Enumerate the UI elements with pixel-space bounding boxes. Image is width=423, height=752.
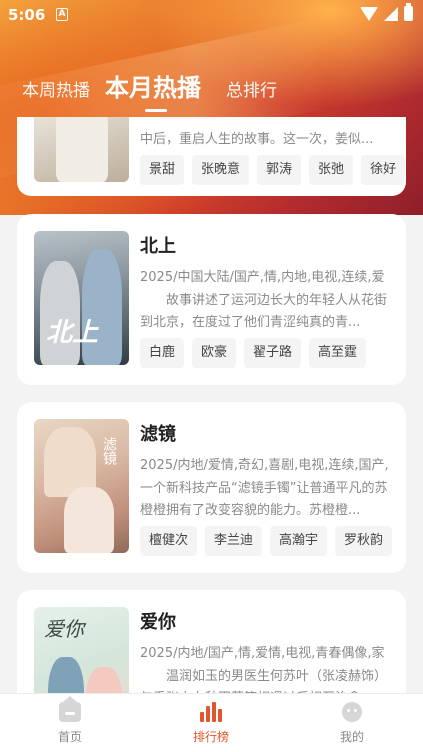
- actor-tag[interactable]: 白鹿: [140, 338, 185, 368]
- actor-tag[interactable]: 郭涛: [257, 155, 302, 185]
- actor-tag[interactable]: 高至霆: [309, 338, 367, 368]
- drama-card[interactable]: 爱你 爱你 2025/内地/国产,情,爱情,电视,青春偶像,家 温润如玉的男医生…: [17, 590, 406, 693]
- drama-meta: 2025/内地/爱情,奇幻,喜剧,电视,连续,国产,: [140, 458, 389, 473]
- drama-poster: 北上: [34, 231, 129, 365]
- drama-poster: [34, 117, 129, 182]
- active-tab-indicator: [145, 109, 167, 112]
- status-icons: [360, 3, 413, 21]
- tab-weekly-hot[interactable]: 本周热播: [22, 76, 90, 101]
- tab-monthly-hot[interactable]: 本月热播: [105, 68, 201, 103]
- actor-tags: 白鹿 欧豪 翟子路 高至霆: [140, 338, 367, 368]
- nav-home-label: 首页: [57, 730, 82, 744]
- actor-tag[interactable]: 高瀚宇: [270, 526, 328, 556]
- nav-home[interactable]: 首页: [30, 696, 110, 745]
- bar-chart-icon: [200, 702, 222, 722]
- ranking-tabs: 本周热播 本月热播 总排行: [0, 62, 423, 112]
- drama-card[interactable]: 中后，重启人生的故事。这一次，姜似... 景甜 张晚意 郭涛 张弛 徐好: [17, 117, 406, 196]
- drama-card[interactable]: 滤镜 滤镜 2025/内地/爱情,奇幻,喜剧,电视,连续,国产, 一个新科技产品…: [17, 402, 406, 573]
- drama-title: 滤镜: [140, 424, 176, 445]
- actor-tags: 檀健次 李兰迪 高瀚宇 罗秋韵: [140, 526, 393, 556]
- drama-description: 故事讲述了运河边长大的年轻人从花街到北京，在度过了他们青涩纯真的青...: [140, 293, 388, 330]
- actor-tag[interactable]: 翟子路: [244, 338, 302, 368]
- poster-title-text: 北上: [46, 318, 99, 348]
- poster-figure: [48, 657, 84, 693]
- drama-description: 温润如玉的男医生何苏叶（张凌赫饰）与乖张少女秋田菜等相遇过后相互治愈...: [140, 669, 388, 693]
- a-box-icon: A: [56, 8, 68, 21]
- smiley-face-icon: [342, 702, 362, 722]
- actor-tag[interactable]: 张晚意: [192, 155, 250, 185]
- battery-charging-icon: [404, 3, 413, 21]
- drama-title: 爱你: [140, 612, 176, 633]
- poster-title-text: 滤镜: [101, 437, 117, 465]
- actor-tag[interactable]: 徐好: [361, 155, 406, 185]
- drama-poster: 滤镜: [34, 419, 129, 553]
- tab-overall-ranking[interactable]: 总排行: [226, 76, 277, 101]
- nav-mine-label: 我的: [339, 730, 364, 744]
- bottom-navigation: 首页 排行榜 我的: [0, 693, 423, 752]
- poster-figure: [64, 487, 114, 553]
- poster-figure: [56, 117, 108, 182]
- drama-title: 北上: [140, 236, 176, 257]
- wifi-icon: [360, 6, 378, 21]
- drama-description: 一个新科技产品“滤镜手镯”让普通平凡的苏橙橙拥有了改变容貌的能力。苏橙橙...: [140, 481, 388, 518]
- drama-list[interactable]: 中后，重启人生的故事。这一次，姜似... 景甜 张晚意 郭涛 张弛 徐好 北上 …: [0, 117, 423, 693]
- actor-tag[interactable]: 张弛: [309, 155, 354, 185]
- actor-tag[interactable]: 李兰迪: [205, 526, 263, 556]
- nav-mine[interactable]: 我的: [312, 702, 392, 745]
- home-icon: [59, 696, 81, 722]
- poster-figure: [86, 667, 122, 693]
- drama-card[interactable]: 北上 北上 2025/中国大陆/国产,情,内地,电视,连续,爱 故事讲述了运河边…: [17, 214, 406, 385]
- actor-tag[interactable]: 檀健次: [140, 526, 198, 556]
- drama-description: 中后，重启人生的故事。这一次，姜似...: [140, 132, 374, 147]
- drama-meta: 2025/中国大陆/国产,情,内地,电视,连续,爱: [140, 270, 385, 285]
- nav-ranking[interactable]: 排行榜: [171, 702, 251, 745]
- status-time: 5:06: [8, 6, 46, 24]
- signal-icon: [384, 6, 398, 21]
- poster-title-text: 爱你: [44, 617, 84, 641]
- status-bar: 5:06 A: [0, 0, 423, 30]
- drama-meta: 2025/内地/国产,情,爱情,电视,青春偶像,家: [140, 646, 385, 661]
- actor-tag[interactable]: 罗秋韵: [335, 526, 393, 556]
- nav-ranking-label: 排行榜: [192, 730, 229, 744]
- drama-poster: 爱你: [34, 607, 129, 693]
- actor-tag[interactable]: 景甜: [140, 155, 185, 185]
- actor-tags: 景甜 张晚意 郭涛 张弛 徐好: [140, 155, 406, 185]
- actor-tag[interactable]: 欧豪: [192, 338, 237, 368]
